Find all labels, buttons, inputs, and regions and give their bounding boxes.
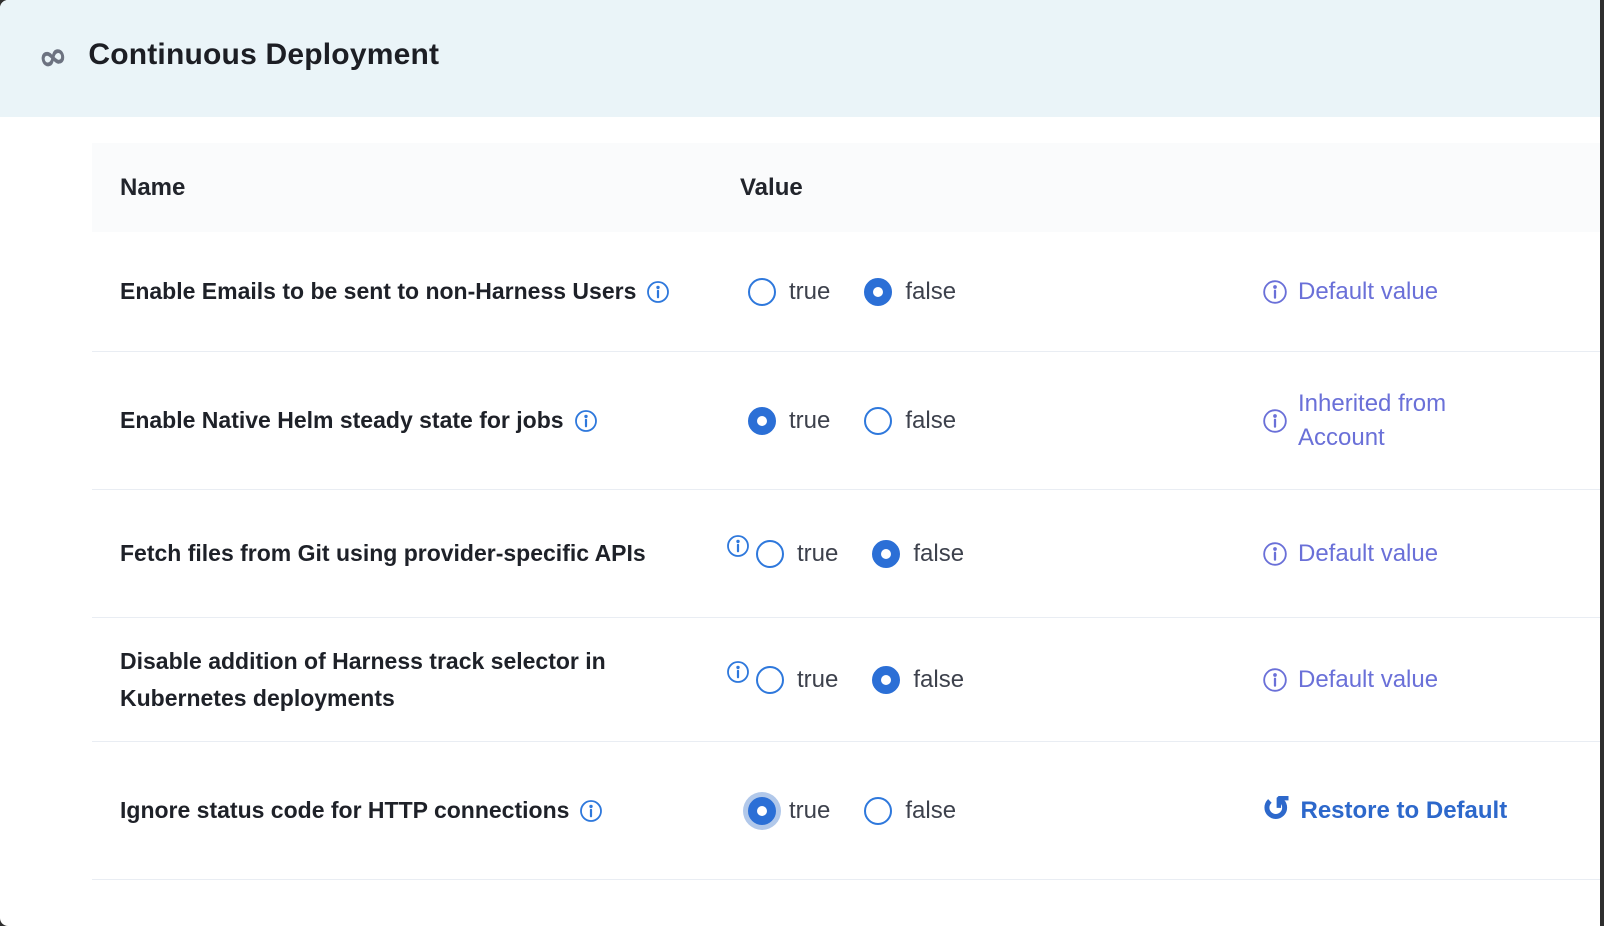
table-body: Enable Emails to be sent to non-Harness … (92, 232, 1600, 880)
setting-row: Enable Native Helm steady state for jobs (92, 352, 1600, 490)
radio-false-label[interactable]: false (913, 666, 964, 694)
radio-true[interactable] (756, 666, 784, 694)
radio-true[interactable] (748, 407, 776, 435)
continuous-deployment-infinity-icon: ∞ (35, 37, 71, 77)
radio-false-label[interactable]: false (905, 278, 956, 306)
radio-option-false[interactable]: false (864, 797, 956, 825)
status-label: Default value (1298, 537, 1438, 571)
radio-option-false[interactable]: false (872, 540, 964, 568)
info-icon[interactable] (1262, 541, 1288, 567)
radio-true-label[interactable]: true (797, 540, 838, 568)
setting-row: Ignore status code for HTTP connections (92, 742, 1600, 880)
setting-name: Enable Emails to be sent to non-Harness … (120, 273, 636, 310)
setting-status-cell: ↺ Restore to Default (1262, 794, 1600, 828)
radio-option-false[interactable]: false (872, 666, 964, 694)
radio-true-label[interactable]: true (789, 407, 830, 435)
setting-value-cell: true false (740, 797, 1262, 825)
setting-name-cell: Disable addition of Harness track select… (92, 643, 740, 717)
radio-false[interactable] (872, 666, 900, 694)
setting-status-cell: ↺ Default value (1262, 275, 1600, 309)
radio-true-label[interactable]: true (789, 797, 830, 825)
radio-false-label[interactable]: false (905, 407, 956, 435)
radio-option-true[interactable]: true (748, 797, 830, 825)
info-icon[interactable] (726, 534, 750, 558)
setting-name-cell: Enable Emails to be sent to non-Harness … (92, 273, 740, 310)
setting-name-cell: Enable Native Helm steady state for jobs (92, 402, 740, 439)
radio-true-label[interactable]: true (789, 278, 830, 306)
setting-value-cell: true false (740, 540, 1262, 568)
restore-to-default-button[interactable]: Restore to Default (1301, 794, 1508, 828)
settings-table: Name Value Enable Emails to be sent to n… (92, 143, 1600, 880)
info-icon[interactable] (1262, 408, 1288, 434)
restore-icon[interactable]: ↺ (1262, 792, 1291, 826)
radio-true-label[interactable]: true (797, 666, 838, 694)
info-icon[interactable] (574, 409, 598, 433)
setting-status-cell: ↺ Default value (1262, 537, 1600, 571)
info-icon[interactable] (1262, 667, 1288, 693)
setting-name: Disable addition of Harness track select… (120, 643, 695, 717)
setting-status-cell: ↺ Default value (1262, 663, 1600, 697)
section-title: Continuous Deployment (88, 38, 439, 72)
radio-option-false[interactable]: false (864, 278, 956, 306)
setting-name-cell: Ignore status code for HTTP connections (92, 792, 740, 829)
status-label: Default value (1298, 663, 1438, 697)
radio-option-true[interactable]: true (748, 407, 830, 435)
radio-false[interactable] (864, 797, 892, 825)
column-header-name: Name (92, 174, 740, 202)
info-icon[interactable] (726, 660, 750, 684)
radio-true[interactable] (748, 278, 776, 306)
setting-value-cell: true false (740, 407, 1262, 435)
status-label: Inherited from Account (1298, 387, 1530, 455)
radio-false[interactable] (864, 407, 892, 435)
radio-false[interactable] (864, 278, 892, 306)
setting-value-cell: true false (740, 666, 1262, 694)
setting-name: Ignore status code for HTTP connections (120, 792, 569, 829)
radio-false[interactable] (872, 540, 900, 568)
radio-option-false[interactable]: false (864, 407, 956, 435)
settings-page: ∞ Continuous Deployment Name Value Enabl… (0, 0, 1600, 926)
radio-option-true[interactable]: true (756, 666, 838, 694)
setting-row: Fetch files from Git using provider-spec… (92, 490, 1600, 618)
info-icon[interactable] (579, 799, 603, 823)
radio-option-true[interactable]: true (756, 540, 838, 568)
radio-false-label[interactable]: false (905, 797, 956, 825)
column-header-value: Value (740, 174, 1262, 202)
setting-row: Disable addition of Harness track select… (92, 618, 1600, 742)
status-label: Default value (1298, 275, 1438, 309)
info-icon[interactable] (646, 280, 670, 304)
setting-row: Enable Emails to be sent to non-Harness … (92, 232, 1600, 352)
table-header-row: Name Value (92, 143, 1600, 232)
setting-name: Enable Native Helm steady state for jobs (120, 402, 564, 439)
setting-value-cell: true false (740, 278, 1262, 306)
setting-name-cell: Fetch files from Git using provider-spec… (92, 535, 740, 572)
info-icon[interactable] (1262, 279, 1288, 305)
setting-status-cell: ↺ Inherited from Account (1262, 387, 1600, 455)
radio-false-label[interactable]: false (913, 540, 964, 568)
radio-true[interactable] (748, 797, 776, 825)
radio-option-true[interactable]: true (748, 278, 830, 306)
setting-name: Fetch files from Git using provider-spec… (120, 535, 646, 572)
section-header: ∞ Continuous Deployment (0, 0, 1600, 117)
radio-true[interactable] (756, 540, 784, 568)
